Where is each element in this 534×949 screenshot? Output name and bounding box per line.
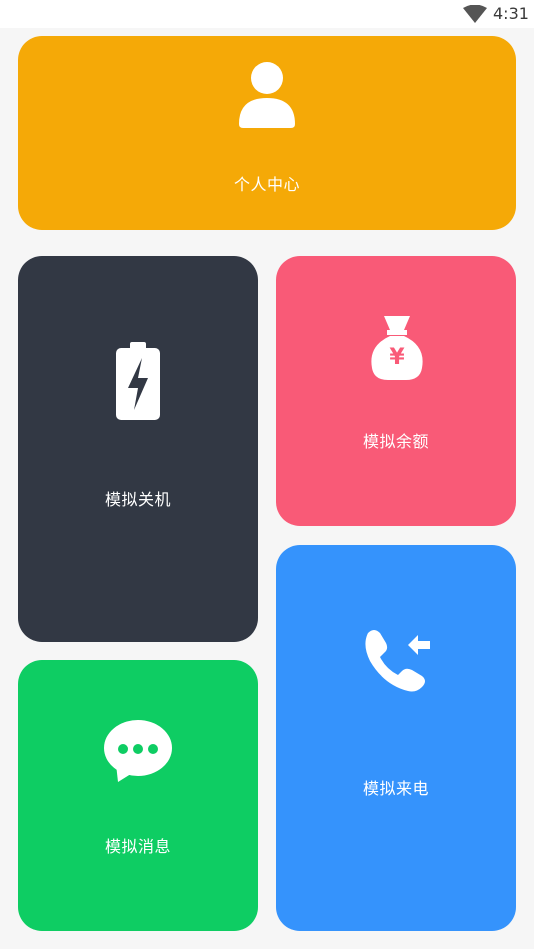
balance-card[interactable]: ¥ 模拟余额 [276, 256, 516, 526]
battery-charging-icon [116, 342, 160, 420]
balance-label: 模拟余额 [362, 432, 429, 451]
chat-bubble-icon [104, 720, 172, 782]
profile-card[interactable]: 个人中心 [18, 36, 516, 230]
status-time: 4:31 [493, 4, 529, 23]
profile-label: 个人中心 [233, 175, 300, 194]
incoming-call-label: 模拟来电 [362, 779, 429, 798]
svg-text:¥: ¥ [389, 345, 405, 370]
message-label: 模拟消息 [104, 837, 171, 856]
person-icon [239, 62, 295, 128]
shutdown-label: 模拟关机 [104, 490, 171, 509]
wifi-icon [463, 5, 487, 23]
incoming-call-icon [365, 630, 430, 692]
money-bag-icon: ¥ [371, 316, 423, 380]
message-card[interactable]: 模拟消息 [18, 660, 258, 931]
status-bar: 4:31 [0, 0, 534, 28]
shutdown-card[interactable]: 模拟关机 [18, 256, 258, 642]
incoming-call-card[interactable]: 模拟来电 [276, 545, 516, 931]
